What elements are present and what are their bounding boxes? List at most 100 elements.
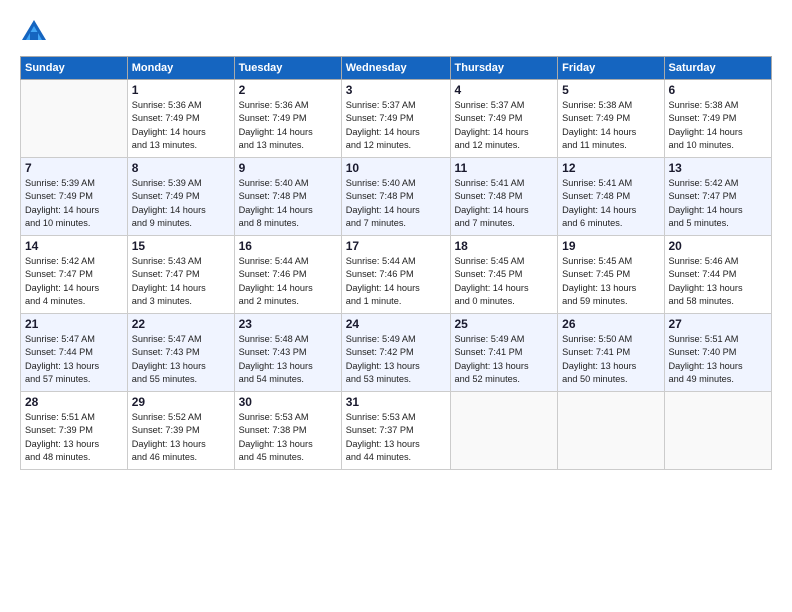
calendar-day-header: Friday — [558, 57, 664, 80]
day-number: 26 — [562, 317, 659, 331]
calendar-day-header: Tuesday — [234, 57, 341, 80]
calendar-cell: 6 Sunrise: 5:38 AM Sunset: 7:49 PM Daylig… — [664, 80, 772, 158]
header — [20, 18, 772, 46]
calendar-cell: 8Sunrise: 5:39 AM Sunset: 7:49 PM Daylig… — [127, 158, 234, 236]
day-info: Sunrise: 5:36 AM Sunset: 7:49 PM Dayligh… — [239, 99, 337, 152]
calendar-cell: 15Sunrise: 5:43 AM Sunset: 7:47 PM Dayli… — [127, 236, 234, 314]
day-info: Sunrise: 5:40 AM Sunset: 7:48 PM Dayligh… — [346, 177, 446, 230]
day-info: Sunrise: 5:51 AM Sunset: 7:40 PM Dayligh… — [669, 333, 768, 386]
calendar-cell: 3 Sunrise: 5:37 AM Sunset: 7:49 PM Daylig… — [341, 80, 450, 158]
day-number: 15 — [132, 239, 230, 253]
day-number: 13 — [669, 161, 768, 175]
day-number: 2 — [239, 83, 337, 97]
calendar-cell: 12 Sunrise: 5:41 AM Sunset: 7:48 PM Dayli… — [558, 158, 664, 236]
day-info: Sunrise: 5:38 AM Sunset: 7:49 PM Dayligh… — [669, 99, 768, 152]
calendar-cell: 29 Sunrise: 5:52 AM Sunset: 7:39 PM Dayli… — [127, 392, 234, 470]
calendar-day-header: Saturday — [664, 57, 772, 80]
day-info: Sunrise: 5:36 AM Sunset: 7:49 PM Dayligh… — [132, 99, 230, 152]
page: SundayMondayTuesdayWednesdayThursdayFrid… — [0, 0, 792, 612]
calendar-day-header: Monday — [127, 57, 234, 80]
day-number: 16 — [239, 239, 337, 253]
day-number: 31 — [346, 395, 446, 409]
day-number: 7 — [25, 161, 123, 175]
calendar-day-header: Thursday — [450, 57, 558, 80]
calendar-cell: 13 Sunrise: 5:42 AM Sunset: 7:47 PM Dayli… — [664, 158, 772, 236]
calendar-cell: 28Sunrise: 5:51 AM Sunset: 7:39 PM Dayli… — [21, 392, 128, 470]
calendar-cell: 18 Sunrise: 5:45 AM Sunset: 7:45 PM Dayli… — [450, 236, 558, 314]
day-number: 4 — [455, 83, 554, 97]
day-info: Sunrise: 5:42 AM Sunset: 7:47 PM Dayligh… — [669, 177, 768, 230]
day-number: 9 — [239, 161, 337, 175]
calendar-cell: 19 Sunrise: 5:45 AM Sunset: 7:45 PM Dayli… — [558, 236, 664, 314]
calendar-cell: 10 Sunrise: 5:40 AM Sunset: 7:48 PM Dayli… — [341, 158, 450, 236]
day-info: Sunrise: 5:41 AM Sunset: 7:48 PM Dayligh… — [562, 177, 659, 230]
day-number: 28 — [25, 395, 123, 409]
calendar-cell: 23 Sunrise: 5:48 AM Sunset: 7:43 PM Dayli… — [234, 314, 341, 392]
day-info: Sunrise: 5:38 AM Sunset: 7:49 PM Dayligh… — [562, 99, 659, 152]
logo — [20, 18, 52, 46]
day-number: 14 — [25, 239, 123, 253]
day-info: Sunrise: 5:37 AM Sunset: 7:49 PM Dayligh… — [455, 99, 554, 152]
calendar-cell: 4 Sunrise: 5:37 AM Sunset: 7:49 PM Daylig… — [450, 80, 558, 158]
day-number: 6 — [669, 83, 768, 97]
calendar-cell: 5 Sunrise: 5:38 AM Sunset: 7:49 PM Daylig… — [558, 80, 664, 158]
day-number: 25 — [455, 317, 554, 331]
day-number: 3 — [346, 83, 446, 97]
day-number: 24 — [346, 317, 446, 331]
day-number: 10 — [346, 161, 446, 175]
calendar-week-row: 14 Sunrise: 5:42 AM Sunset: 7:47 PM Dayli… — [21, 236, 772, 314]
day-info: Sunrise: 5:44 AM Sunset: 7:46 PM Dayligh… — [346, 255, 446, 308]
calendar-cell: 24 Sunrise: 5:49 AM Sunset: 7:42 PM Dayli… — [341, 314, 450, 392]
day-info: Sunrise: 5:47 AM Sunset: 7:44 PM Dayligh… — [25, 333, 123, 386]
calendar-day-header: Sunday — [21, 57, 128, 80]
calendar-cell: 20 Sunrise: 5:46 AM Sunset: 7:44 PM Dayli… — [664, 236, 772, 314]
day-info: Sunrise: 5:41 AM Sunset: 7:48 PM Dayligh… — [455, 177, 554, 230]
day-info: Sunrise: 5:53 AM Sunset: 7:38 PM Dayligh… — [239, 411, 337, 464]
day-number: 19 — [562, 239, 659, 253]
calendar-cell — [450, 392, 558, 470]
calendar-cell: 1 Sunrise: 5:36 AM Sunset: 7:49 PM Daylig… — [127, 80, 234, 158]
logo-icon — [20, 18, 48, 46]
day-number: 5 — [562, 83, 659, 97]
calendar-week-row: 7 Sunrise: 5:39 AM Sunset: 7:49 PM Daylig… — [21, 158, 772, 236]
day-info: Sunrise: 5:48 AM Sunset: 7:43 PM Dayligh… — [239, 333, 337, 386]
day-number: 12 — [562, 161, 659, 175]
day-info: Sunrise: 5:42 AM Sunset: 7:47 PM Dayligh… — [25, 255, 123, 308]
calendar-cell: 31 Sunrise: 5:53 AM Sunset: 7:37 PM Dayli… — [341, 392, 450, 470]
calendar-cell: 7 Sunrise: 5:39 AM Sunset: 7:49 PM Daylig… — [21, 158, 128, 236]
calendar-cell — [664, 392, 772, 470]
day-number: 23 — [239, 317, 337, 331]
day-number: 21 — [25, 317, 123, 331]
calendar-week-row: 21 Sunrise: 5:47 AM Sunset: 7:44 PM Dayli… — [21, 314, 772, 392]
day-info: Sunrise: 5:45 AM Sunset: 7:45 PM Dayligh… — [455, 255, 554, 308]
day-info: Sunrise: 5:40 AM Sunset: 7:48 PM Dayligh… — [239, 177, 337, 230]
day-number: 18 — [455, 239, 554, 253]
day-info: Sunrise: 5:52 AM Sunset: 7:39 PM Dayligh… — [132, 411, 230, 464]
calendar-cell: 9 Sunrise: 5:40 AM Sunset: 7:48 PM Daylig… — [234, 158, 341, 236]
calendar-week-row: 28Sunrise: 5:51 AM Sunset: 7:39 PM Dayli… — [21, 392, 772, 470]
calendar-cell: 2 Sunrise: 5:36 AM Sunset: 7:49 PM Daylig… — [234, 80, 341, 158]
calendar-cell: 11 Sunrise: 5:41 AM Sunset: 7:48 PM Dayli… — [450, 158, 558, 236]
day-info: Sunrise: 5:45 AM Sunset: 7:45 PM Dayligh… — [562, 255, 659, 308]
day-info: Sunrise: 5:44 AM Sunset: 7:46 PM Dayligh… — [239, 255, 337, 308]
day-number: 11 — [455, 161, 554, 175]
day-number: 1 — [132, 83, 230, 97]
day-info: Sunrise: 5:46 AM Sunset: 7:44 PM Dayligh… — [669, 255, 768, 308]
calendar-cell — [558, 392, 664, 470]
day-number: 27 — [669, 317, 768, 331]
calendar-cell: 21 Sunrise: 5:47 AM Sunset: 7:44 PM Dayli… — [21, 314, 128, 392]
day-number: 20 — [669, 239, 768, 253]
calendar-cell: 17Sunrise: 5:44 AM Sunset: 7:46 PM Dayli… — [341, 236, 450, 314]
day-info: Sunrise: 5:49 AM Sunset: 7:42 PM Dayligh… — [346, 333, 446, 386]
calendar-cell — [21, 80, 128, 158]
calendar-table: SundayMondayTuesdayWednesdayThursdayFrid… — [20, 56, 772, 470]
day-info: Sunrise: 5:49 AM Sunset: 7:41 PM Dayligh… — [455, 333, 554, 386]
day-info: Sunrise: 5:53 AM Sunset: 7:37 PM Dayligh… — [346, 411, 446, 464]
day-number: 30 — [239, 395, 337, 409]
day-number: 29 — [132, 395, 230, 409]
calendar-day-header: Wednesday — [341, 57, 450, 80]
day-info: Sunrise: 5:37 AM Sunset: 7:49 PM Dayligh… — [346, 99, 446, 152]
calendar-cell: 25 Sunrise: 5:49 AM Sunset: 7:41 PM Dayli… — [450, 314, 558, 392]
day-info: Sunrise: 5:39 AM Sunset: 7:49 PM Dayligh… — [25, 177, 123, 230]
calendar-cell: 22Sunrise: 5:47 AM Sunset: 7:43 PM Dayli… — [127, 314, 234, 392]
